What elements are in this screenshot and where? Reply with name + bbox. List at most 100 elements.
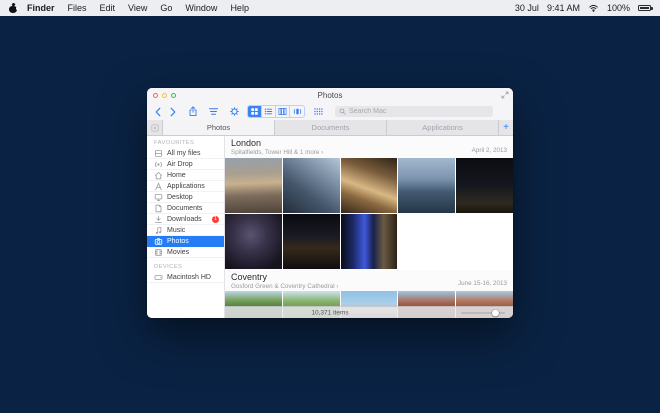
sort-lines-icon[interactable] [208, 107, 219, 116]
sidebar-item-photos[interactable]: Photos [147, 236, 224, 247]
battery-percent: 100% [607, 3, 630, 13]
app-menus: Finder Files Edit View Go Window Help [27, 3, 249, 13]
gear-icon[interactable] [229, 106, 240, 117]
documents-stack-icon [154, 149, 163, 158]
back-button[interactable] [154, 107, 162, 117]
items-count: 10,371 items [311, 309, 348, 316]
menu-bar-status: 30 Jul 9:41 AM 100% [515, 3, 651, 13]
photo-thumbnail[interactable] [283, 214, 340, 269]
camera-icon [154, 237, 163, 246]
sidebar-item-home[interactable]: Home [147, 170, 224, 181]
arrange-icon[interactable] [313, 107, 324, 116]
music-note-icon [154, 226, 163, 235]
group-header-london: London Spitalfields, Tower Hill & 1 more… [225, 136, 513, 158]
tab-bar: Photos Documents Applications + [147, 120, 513, 136]
sidebar-item-label: Applications [167, 183, 205, 190]
menu-edit[interactable]: Edit [100, 3, 116, 13]
sidebar-item-applications[interactable]: Applications [147, 181, 224, 192]
monitor-icon [154, 193, 163, 202]
forward-button[interactable] [169, 107, 177, 117]
sidebar-item-label: Documents [167, 205, 202, 212]
tab-documents[interactable]: Documents [274, 120, 386, 135]
sidebar-item-movies[interactable]: Movies [147, 247, 224, 258]
wifi-icon[interactable] [588, 4, 599, 12]
group-date: April 2, 2013 [472, 147, 507, 154]
photo-thumbnail[interactable] [456, 158, 513, 213]
sidebar-item-music[interactable]: Music [147, 225, 224, 236]
group-subtitle-link[interactable]: Spitalfields, Tower Hill & 1 more › [231, 149, 507, 156]
sidebar-section-devices: DEVICES [147, 258, 224, 272]
photo-thumbnail[interactable] [398, 158, 455, 213]
apple-menu-icon[interactable] [9, 4, 17, 13]
photo-thumbnail[interactable] [225, 214, 282, 269]
sidebar-section-favourites: FAVOURITES [147, 136, 224, 148]
menu-clock[interactable]: 9:41 AM [547, 3, 580, 13]
photo-thumbnail[interactable] [283, 158, 340, 213]
tab-applications[interactable]: Applications [386, 120, 498, 135]
sidebar-item-label: All my files [167, 150, 200, 157]
airdrop-icon [154, 160, 163, 169]
sidebar-item-documents[interactable]: Documents [147, 203, 224, 214]
slider-knob[interactable] [492, 309, 499, 316]
menu-go[interactable]: Go [160, 3, 172, 13]
add-tab-button[interactable]: + [498, 120, 513, 135]
sidebar-item-label: Desktop [167, 194, 193, 201]
downloads-badge: 1 [212, 216, 219, 223]
sidebar-item-label: Photos [167, 238, 189, 245]
window-main: FAVOURITES All my files Air Drop Home Ap… [147, 136, 513, 318]
sidebar: FAVOURITES All my files Air Drop Home Ap… [147, 136, 225, 318]
view-switcher [247, 105, 305, 118]
sidebar-item-all-my-files[interactable]: All my files [147, 148, 224, 159]
menu-window[interactable]: Window [185, 3, 217, 13]
sidebar-item-macintosh-hd[interactable]: Macintosh HD [147, 272, 224, 283]
search-field[interactable] [335, 106, 493, 117]
fullscreen-icon[interactable] [501, 91, 509, 99]
sidebar-item-airdrop[interactable]: Air Drop [147, 159, 224, 170]
battery-icon[interactable] [638, 5, 651, 11]
sidebar-item-label: Downloads [167, 216, 202, 223]
sidebar-item-downloads[interactable]: Downloads 1 [147, 214, 224, 225]
view-list-button[interactable] [262, 106, 276, 117]
thumbnail-zoom-slider[interactable] [461, 309, 505, 316]
menu-date: 30 Jul [515, 3, 539, 13]
house-icon [154, 171, 163, 180]
menu-files[interactable]: Files [68, 3, 87, 13]
photo-thumbnail[interactable] [225, 158, 282, 213]
menu-bar: Finder Files Edit View Go Window Help 30… [0, 0, 660, 16]
status-bar: 10,371 items [225, 306, 513, 318]
group-title: London [231, 138, 507, 148]
search-icon [339, 108, 346, 115]
hard-drive-icon [154, 273, 163, 282]
view-coverflow-button[interactable] [290, 106, 304, 117]
window-title: Photos [147, 91, 513, 100]
photo-browser: London Spitalfields, Tower Hill & 1 more… [225, 136, 513, 318]
close-button[interactable] [153, 93, 158, 98]
tab-photos[interactable]: Photos [162, 120, 274, 135]
view-columns-button[interactable] [276, 106, 290, 117]
photo-row [225, 158, 513, 213]
download-arrow-icon [154, 215, 163, 224]
tab-close-icon[interactable] [147, 120, 162, 135]
menu-view[interactable]: View [128, 3, 147, 13]
finder-window: Photos [147, 88, 513, 318]
group-date: June 15-16, 2013 [458, 280, 507, 287]
minimize-button[interactable] [162, 93, 167, 98]
view-grid-button[interactable] [248, 106, 262, 117]
menu-help[interactable]: Help [230, 3, 249, 13]
zoom-button[interactable] [171, 93, 176, 98]
sidebar-item-label: Music [167, 227, 185, 234]
letter-a-icon [154, 182, 163, 191]
photo-row [225, 214, 513, 269]
traffic-lights [153, 93, 176, 98]
sidebar-item-desktop[interactable]: Desktop [147, 192, 224, 203]
toolbar [147, 103, 513, 120]
film-icon [154, 248, 163, 257]
title-bar[interactable]: Photos [147, 88, 513, 103]
share-icon[interactable] [188, 106, 198, 117]
menu-finder[interactable]: Finder [27, 3, 55, 13]
sidebar-item-label: Air Drop [167, 161, 193, 168]
group-header-coventry: Coventry Gosford Green & Coventry Cathed… [225, 270, 513, 291]
search-input[interactable] [349, 108, 489, 115]
photo-thumbnail[interactable] [341, 214, 398, 269]
photo-thumbnail[interactable] [341, 158, 398, 213]
